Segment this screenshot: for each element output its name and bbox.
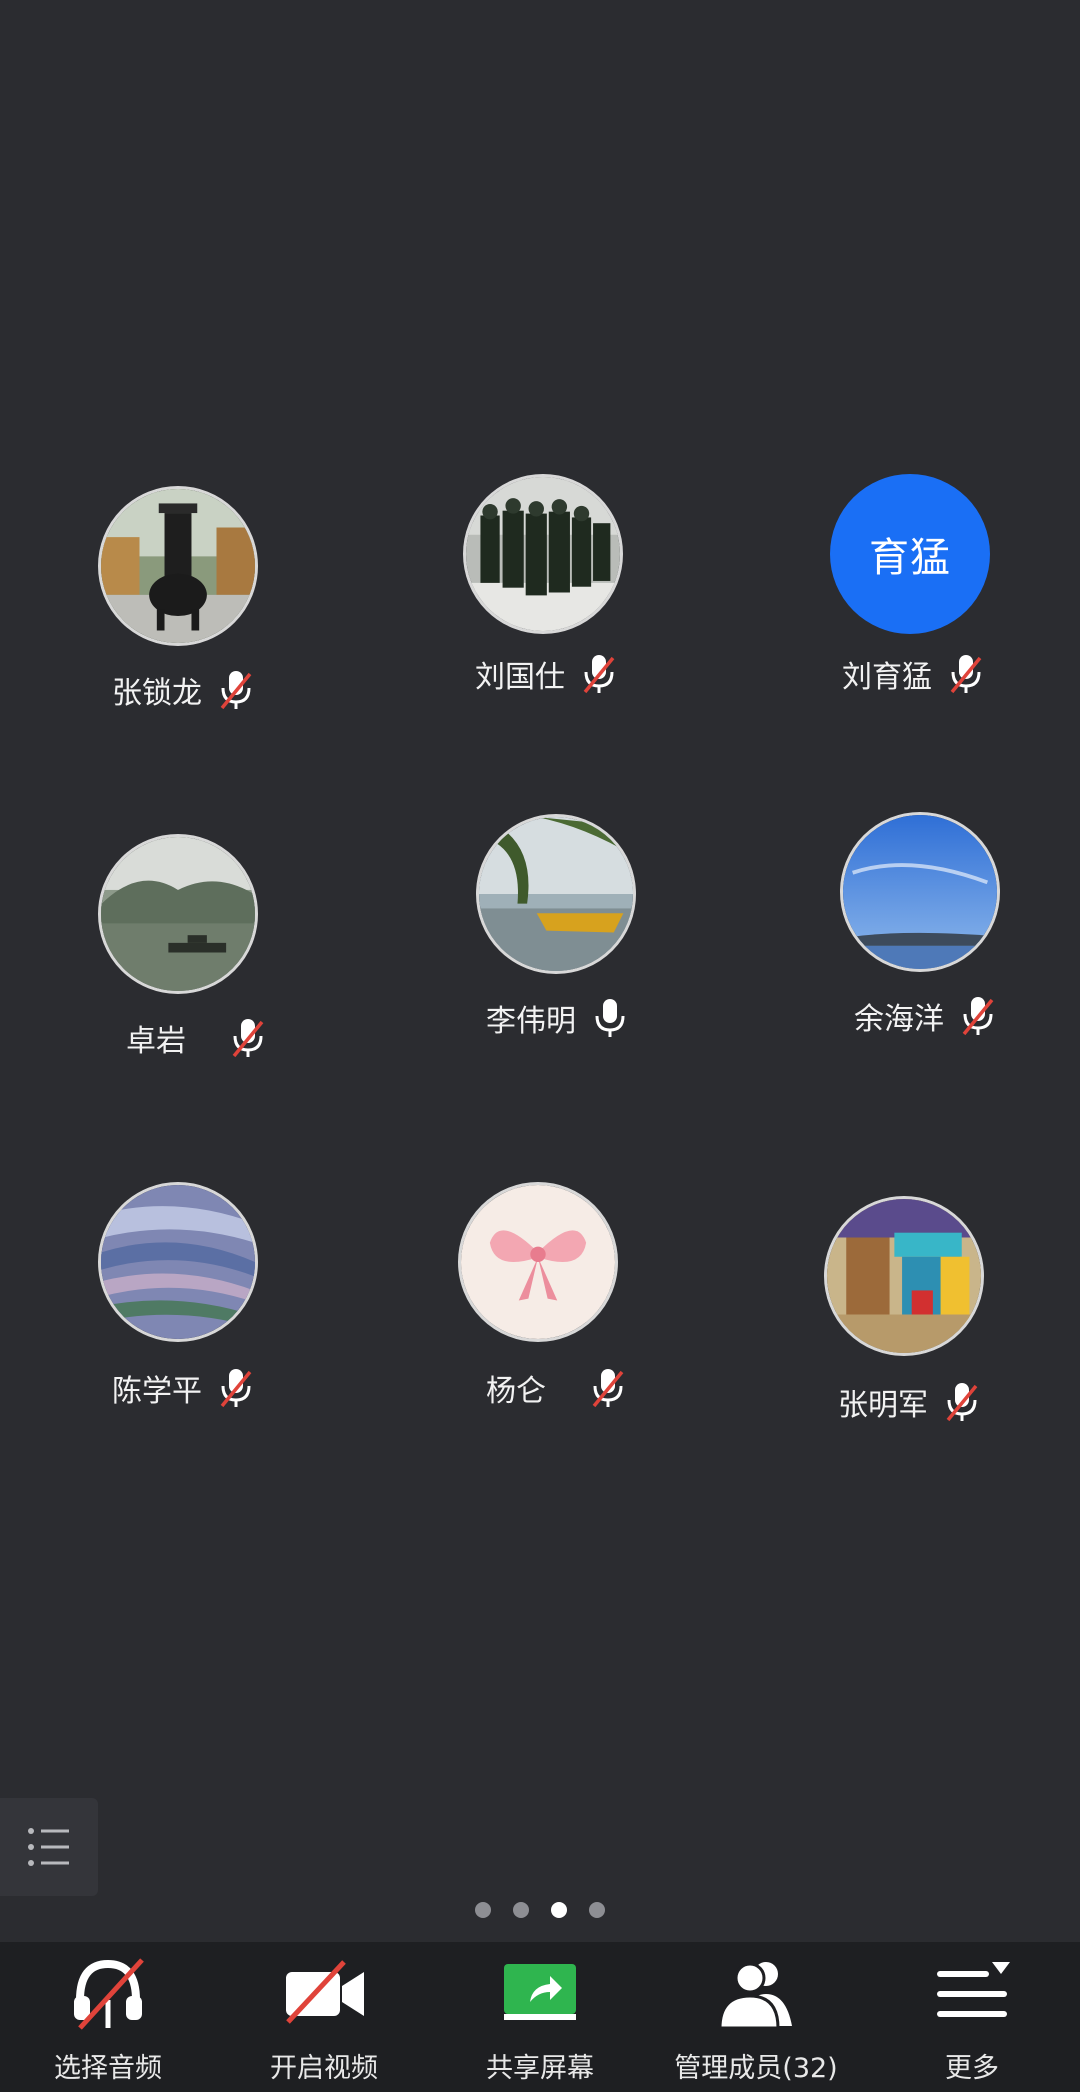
manage-members-button[interactable]: 管理成员(32)	[648, 1942, 864, 2085]
avatar	[840, 812, 1000, 972]
mic-muted-icon	[228, 1016, 268, 1060]
video-camera-off-icon	[282, 1956, 366, 2032]
avatar	[458, 1182, 618, 1342]
avatar	[98, 1182, 258, 1342]
participant-tile[interactable]: 卓岩	[30, 830, 330, 1070]
start-video-label: 开启视频	[270, 2053, 378, 2084]
mic-muted-icon	[216, 668, 256, 712]
avatar	[98, 834, 258, 994]
start-video-button[interactable]: 开启视频	[216, 1942, 432, 2085]
participant-name: 卓岩	[126, 1024, 186, 1059]
participant-name: 余海洋	[854, 1002, 944, 1037]
participant-tile[interactable]: 张明军	[756, 1192, 1056, 1432]
more-label: 更多	[945, 2053, 999, 2084]
participant-grid: 张锁龙 刘国仕 育猛 刘育猛 卓岩 李伟明 余海洋 陈学平 杨仑 张明军	[0, 0, 1080, 1900]
name-row: 张锁龙	[112, 668, 256, 712]
participant-name: 张锁龙	[112, 676, 202, 711]
participant-name: 刘育猛	[842, 660, 932, 695]
participant-name: 李伟明	[486, 1004, 576, 1039]
share-screen-icon	[498, 1956, 582, 2032]
name-row: 卓岩	[126, 1016, 268, 1060]
manage-members-label: 管理成员(32)	[674, 2053, 838, 2084]
mic-muted-icon	[216, 1366, 256, 1410]
members-icon	[714, 1956, 798, 2032]
page-dot-active[interactable]	[551, 1902, 567, 1918]
page-indicator	[0, 1902, 1080, 1918]
avatar	[463, 474, 623, 634]
avatar	[98, 486, 258, 646]
mic-muted-icon	[588, 1366, 628, 1410]
avatar: 育猛	[830, 474, 990, 634]
name-row: 余海洋	[854, 994, 998, 1038]
avatar	[476, 814, 636, 974]
mic-muted-icon	[958, 994, 998, 1038]
share-screen-label: 共享屏幕	[486, 2053, 594, 2084]
name-row: 杨仑	[486, 1366, 628, 1410]
select-audio-button[interactable]: 选择音频	[0, 1942, 216, 2085]
participant-name: 陈学平	[112, 1374, 202, 1409]
name-row: 李伟明	[486, 996, 630, 1040]
participant-tile[interactable]: 余海洋	[770, 808, 1070, 1048]
participant-name: 张明军	[838, 1388, 928, 1423]
mic-muted-icon	[579, 652, 619, 696]
page-dot[interactable]	[589, 1902, 605, 1918]
participant-tile[interactable]: 杨仑	[390, 1178, 690, 1418]
mic-muted-icon	[942, 1380, 982, 1424]
name-row: 张明军	[838, 1380, 982, 1424]
name-row: 刘国仕	[475, 652, 619, 696]
more-menu-icon	[930, 1956, 1014, 2032]
participant-tile[interactable]: 陈学平	[30, 1178, 330, 1418]
participant-tile[interactable]: 刘国仕	[395, 470, 695, 710]
participant-name: 杨仑	[486, 1374, 546, 1409]
list-icon	[28, 1828, 69, 1866]
mic-muted-icon	[946, 652, 986, 696]
page-dot[interactable]	[475, 1902, 491, 1918]
select-audio-label: 选择音频	[54, 2053, 162, 2084]
headset-muted-icon	[66, 1956, 150, 2032]
meeting-toolbar: 选择音频 开启视频 共享屏幕 管理成员(32) 更多	[0, 1942, 1080, 2092]
list-view-toggle-button[interactable]	[0, 1798, 98, 1896]
name-row: 刘育猛	[842, 652, 986, 696]
participant-tile[interactable]: 张锁龙	[30, 480, 330, 720]
participant-tile[interactable]: 李伟明	[410, 810, 710, 1050]
participant-name: 刘国仕	[475, 660, 565, 695]
name-row: 陈学平	[112, 1366, 256, 1410]
mic-on-icon	[590, 996, 630, 1040]
more-button[interactable]: 更多	[864, 1942, 1080, 2085]
participant-tile[interactable]: 育猛 刘育猛	[760, 470, 1060, 710]
page-dot[interactable]	[513, 1902, 529, 1918]
share-screen-button[interactable]: 共享屏幕	[432, 1942, 648, 2085]
avatar	[824, 1196, 984, 1356]
